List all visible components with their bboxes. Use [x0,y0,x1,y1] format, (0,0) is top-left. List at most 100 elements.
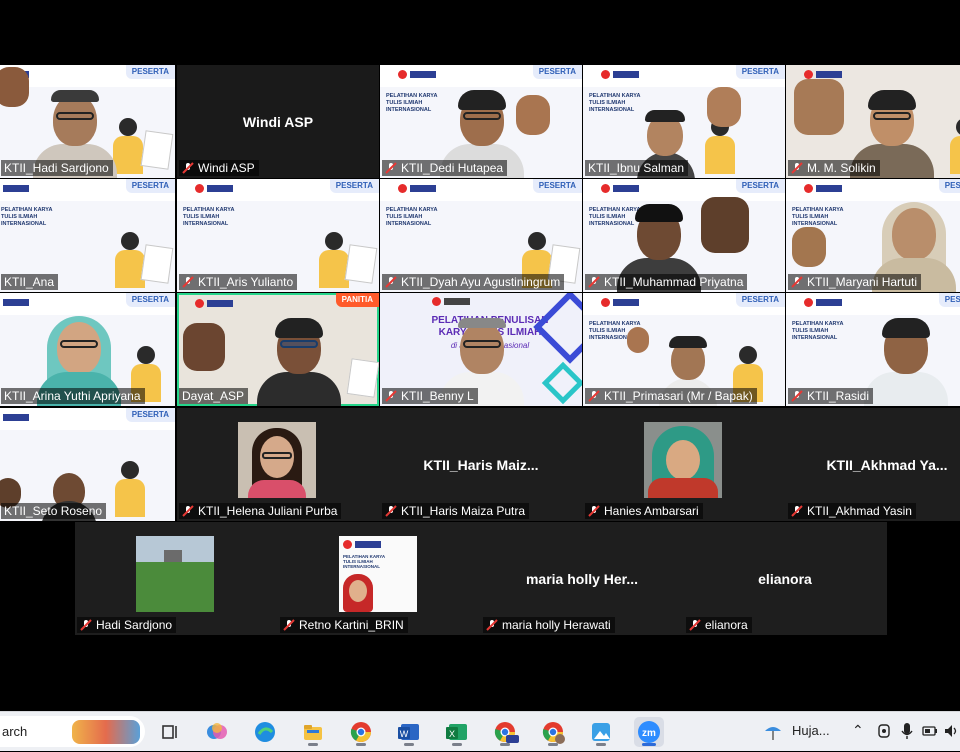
participant-nametag: KTII_Benny L [382,388,478,404]
video-tile[interactable]: PESERTA PELATIHAN KARYA TULIS ILMIAH INT… [583,65,785,178]
mic-muted-icon [385,390,397,402]
brin-logo [804,296,844,310]
role-badge: PANITIA [335,293,379,307]
mic-muted-icon [689,619,701,631]
video-tile[interactable]: KTII_Haris Maiz... KTII_Haris Maiza Putr… [380,408,582,521]
video-tile[interactable]: PESERTA PELATIHAN KARYA TULIS ILMIAH INT… [380,65,582,178]
participant-display-name: KTII_Akhmad Ya... [826,456,948,473]
research-illustration [113,461,147,517]
participant-photo: PELATIHAN KARYA TULIS ILMIAH INTERNASION… [339,536,417,612]
video-tile[interactable]: PESERTA PELATIHAN KARYA TULIS ILMIAH INT… [583,293,785,406]
participant-nametag: KTII_Ana [1,274,59,290]
app-tray-icon[interactable] [876,721,892,746]
video-tile[interactable]: KTII_Akhmad Ya... KTII_Akhmad Yasin [786,408,960,521]
participant-video [860,314,952,406]
participant-nametag: Windi ASP [179,160,259,176]
video-tile[interactable]: KTII_Helena Juliani Purba [177,408,379,521]
chrome-icon[interactable] [346,717,376,747]
participant-nametag: KTII_Ibnu Salman [585,160,689,176]
video-tile[interactable]: PELATIHAN KARYA TULIS ILMIAH INTERNASION… [278,522,480,635]
participant-nametag: Retno Kartini_BRIN [280,617,408,633]
video-tile[interactable]: elianora elianora [684,522,886,635]
taskbar-search-box[interactable]: arch [0,716,145,747]
weather-label: Huja... [792,723,830,738]
brin-logo [195,182,235,196]
slide-title: PELATIHAN KARYA TULIS ILMIAH INTERNASION… [792,321,844,341]
video-tile[interactable]: PESERTA PELATIHAN KARYA TULIS ILMIAH INT… [380,179,582,292]
search-label: arch [2,724,28,739]
mic-muted-icon [385,505,397,517]
video-tile[interactable]: maria holly Her... maria holly Herawati [481,522,683,635]
mic-muted-icon [791,162,803,174]
raised-fist [183,323,225,371]
brin-logo [0,182,31,196]
video-tile[interactable]: PESERTA PELATIHAN KARYA TULIS ILMIAH INT… [786,293,960,406]
video-tile[interactable]: PESERTA KTII_Arina Yuthi Apriyana [0,293,175,406]
research-illustration [948,118,960,174]
role-badge: PESERTA [735,179,785,193]
video-tile[interactable]: PESERTA PELATIHAN KARYA TULIS ILMIAH INT… [786,179,960,292]
mic-muted-icon [182,505,194,517]
participant-nametag: M. M. Solikin [788,160,880,176]
role-badge: PESERTA [329,179,379,193]
video-tile-active-speaker[interactable]: PANITIA Dayat_ASP [177,293,379,406]
slide-title: PELATIHAN KARYA TULIS ILMIAH INTERNASION… [183,207,235,227]
video-tile[interactable]: Windi ASP Windi ASP [177,65,379,178]
participant-nametag: KTII_Dedi Hutapea [382,160,508,176]
participant-nametag: Hanies Ambarsari [585,503,703,519]
brin-logo [398,68,438,82]
svg-text:zm: zm [642,728,656,739]
participant-display-name: maria holly Her... [525,570,639,587]
mic-muted-icon [182,162,194,174]
role-badge: PESERTA [938,179,960,193]
photos-icon[interactable] [586,717,616,747]
word-icon[interactable]: W [394,717,424,747]
role-badge: PESERTA [125,179,175,193]
speaker-volume-icon[interactable] [943,723,959,744]
video-tile[interactable]: PE M. M. Solikin [786,65,960,178]
mic-muted-icon [791,390,803,402]
video-tile[interactable]: Hadi Sardjono [75,522,277,635]
video-tile[interactable]: Hanies Ambarsari [583,408,785,521]
svg-text:W: W [400,729,409,739]
participant-nametag: KTII_Arina Yuthi Apriyana [1,388,145,404]
chrome-profile-2-icon[interactable] [538,717,568,747]
participant-nametag: KTII_Akhmad Yasin [788,503,916,519]
zoom-icon[interactable]: zm [634,717,664,747]
participant-nametag: KTII_Aris Yulianto [179,274,298,290]
raised-fist [794,79,844,135]
participant-nametag: KTII_Seto Roseno [1,503,107,519]
participant-nametag: KTII_Primasari (Mr / Bapak) [585,388,757,404]
video-tile[interactable]: PESERTA PELATIHAN KARYA TULIS ILMIAH INT… [583,179,785,292]
brin-logo [601,182,641,196]
mic-muted-icon [791,276,803,288]
role-badge: PESERTA [125,408,175,422]
microphone-icon[interactable] [900,721,914,746]
participant-nametag: KTII_Helena Juliani Purba [179,503,342,519]
research-paper-illustration [344,244,378,284]
chrome-profile-icon[interactable] [490,717,520,747]
brin-logo [601,296,641,310]
edge-browser-icon[interactable] [250,717,280,747]
video-tile[interactable]: PESERTA KTII_Hadi Sardjono [0,65,175,178]
battery-icon[interactable] [922,724,938,743]
video-tile[interactable]: PESERTA PELATIHAN KARYA TULIS ILMIAH INT… [177,179,379,292]
participant-nametag: KTII_Rasidi [788,388,874,404]
copilot-icon[interactable] [202,717,232,747]
video-tile[interactable]: PELATIHAN PENULISAN KARYA TULIS ILMIAH d… [380,293,582,406]
weather-widget[interactable]: Huja... [760,717,840,747]
participant-nametag: Dayat_ASP [179,388,249,404]
video-tile[interactable]: PESERTA PELATIHAN KARYA TULIS ILMIAH INT… [0,179,175,292]
role-badge: PESERTA [532,179,582,193]
file-explorer-icon[interactable] [298,717,328,747]
brin-logo [804,182,844,196]
participant-display-name: Windi ASP [242,113,314,130]
raised-fist [707,87,741,127]
task-view-icon[interactable] [155,717,185,747]
role-badge: PESERTA [735,65,785,79]
video-tile[interactable]: PESERTA KTII_Seto Roseno [0,408,175,521]
slide-title: PELATIHAN KARYA TULIS ILMIAH INTERNASION… [792,207,844,227]
participant-display-name: elianora [758,570,812,587]
excel-icon[interactable]: X [442,717,472,747]
chevron-up-icon[interactable]: ⌃ [852,722,864,739]
